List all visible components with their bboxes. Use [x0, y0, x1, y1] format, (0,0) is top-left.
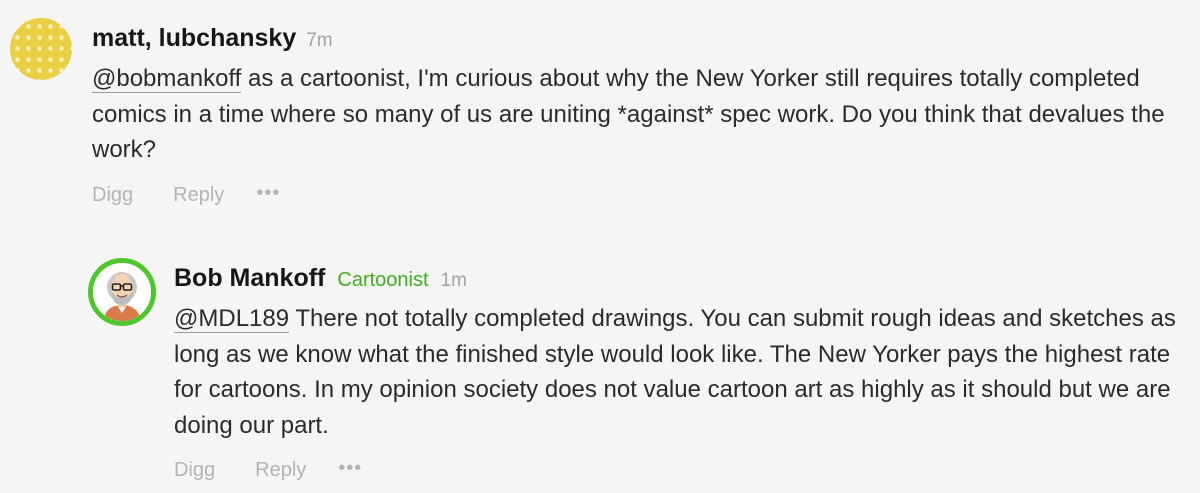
comment-actions: Digg Reply ••• — [174, 457, 1188, 482]
digg-button[interactable]: Digg — [174, 459, 215, 482]
comment-text: @MDL189 There not totally completed draw… — [174, 301, 1188, 443]
comment-text-content: as a cartoonist, I'm curious about why t… — [92, 65, 1165, 163]
comment-timestamp: 7m — [306, 30, 333, 51]
avatar[interactable] — [88, 258, 156, 326]
mention-link[interactable]: @MDL189 — [174, 305, 290, 333]
comment-body: Bob Mankoff Cartoonist 1m @MDL189 There … — [174, 258, 1188, 482]
digg-button[interactable]: Digg — [92, 184, 133, 207]
avatar[interactable] — [10, 18, 72, 80]
comment-actions: Digg Reply ••• — [92, 182, 1190, 207]
role-badge: Cartoonist — [337, 269, 429, 291]
comment-text-content: There not totally completed drawings. Yo… — [174, 305, 1176, 439]
comment-body: matt, lubchansky 7m @bobmankoff as a car… — [92, 18, 1190, 207]
comment-timestamp: 1m — [440, 270, 467, 291]
cartoon-portrait-icon — [93, 263, 151, 321]
comment-meta: Bob Mankoff Cartoonist 1m — [174, 258, 1188, 298]
author-name[interactable]: matt, lubchansky — [92, 18, 296, 58]
more-options-icon[interactable]: ••• — [256, 182, 280, 205]
author-name[interactable]: Bob Mankoff — [174, 258, 325, 298]
reply-button[interactable]: Reply — [173, 184, 224, 207]
reply-button[interactable]: Reply — [255, 459, 306, 482]
more-options-icon[interactable]: ••• — [338, 457, 362, 480]
comment-meta: matt, lubchansky 7m — [92, 18, 1190, 58]
comment-text: @bobmankoff as a cartoonist, I'm curious… — [92, 61, 1172, 168]
mention-link[interactable]: @bobmankoff — [92, 65, 242, 93]
